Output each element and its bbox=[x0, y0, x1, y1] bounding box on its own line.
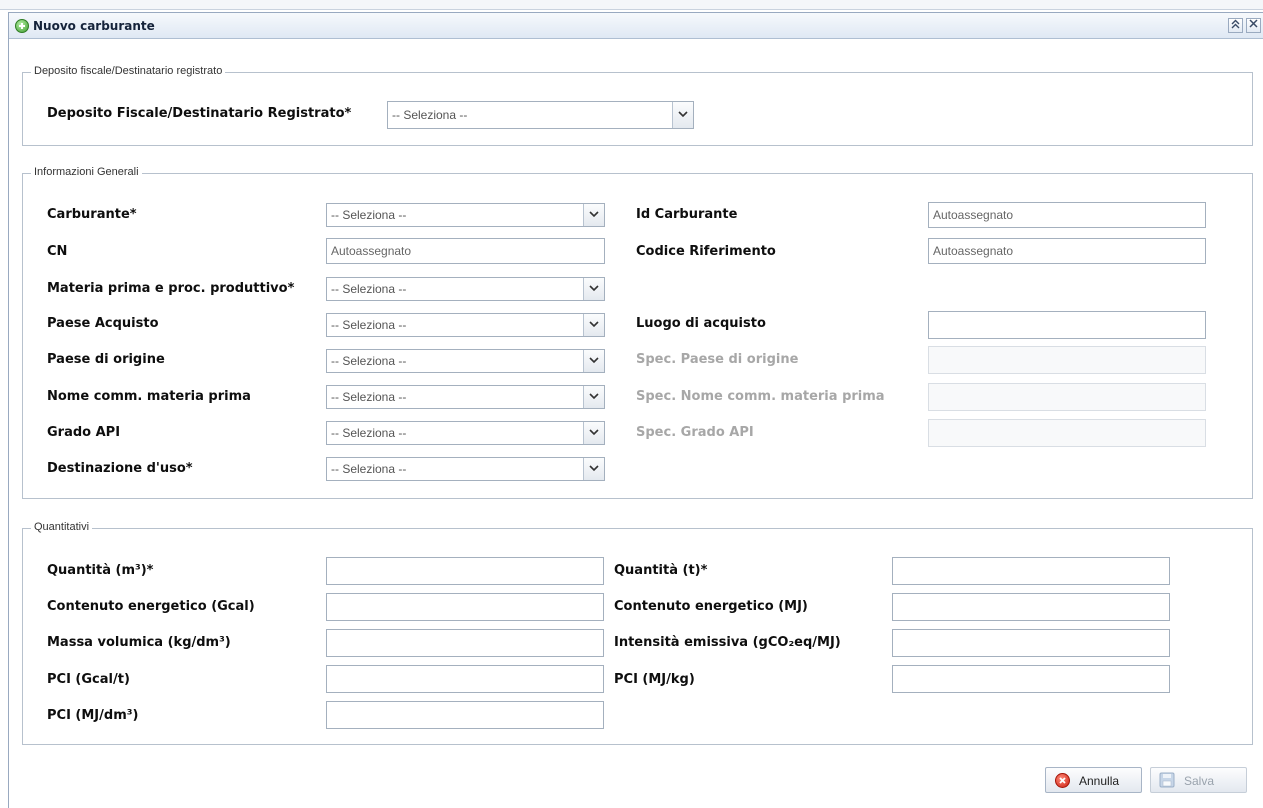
combo-paese-origine-value: -- Seleziona -- bbox=[331, 354, 407, 368]
combo-nome-comm[interactable]: -- Seleziona -- bbox=[326, 385, 605, 409]
combo-nome-comm-value: -- Seleziona -- bbox=[331, 390, 407, 404]
label-luogo-acquisto: Luogo di acquisto bbox=[636, 316, 766, 331]
chevron-down-icon[interactable] bbox=[583, 278, 604, 300]
chevron-down-icon[interactable] bbox=[672, 102, 693, 128]
label-spec-nome-comm: Spec. Nome comm. materia prima bbox=[636, 389, 885, 404]
annulla-button[interactable]: Annulla bbox=[1045, 767, 1142, 793]
label-intensita-emissiva: Intensità emissiva (gCO₂eq/MJ) bbox=[614, 635, 841, 650]
label-massa-volumica: Massa volumica (kg/dm³) bbox=[47, 635, 231, 650]
label-grado-api: Grado API bbox=[47, 425, 121, 440]
combo-materia-prima-value: -- Seleziona -- bbox=[331, 282, 407, 296]
label-quantita-m3: Quantità (m³)* bbox=[47, 563, 154, 578]
chevron-down-icon[interactable] bbox=[583, 458, 604, 480]
chevron-down-icon[interactable] bbox=[583, 204, 604, 226]
label-contenuto-gcal: Contenuto energetico (Gcal) bbox=[47, 599, 255, 614]
field-pci-mjdm3[interactable] bbox=[326, 701, 604, 729]
label-pci-mjkg: PCI (MJ/kg) bbox=[614, 672, 695, 687]
label-carburante: Carburante* bbox=[47, 207, 137, 222]
salva-label: Salva bbox=[1184, 774, 1215, 788]
field-id-carburante-value: Autoassegnato bbox=[933, 208, 1014, 222]
label-paese-origine: Paese di origine bbox=[47, 352, 165, 367]
combo-paese-acquisto-value: -- Seleziona -- bbox=[331, 318, 407, 332]
annulla-label: Annulla bbox=[1079, 774, 1120, 788]
field-quantita-t[interactable] bbox=[892, 557, 1170, 585]
field-codice-riferimento-value: Autoassegnato bbox=[933, 244, 1014, 258]
field-cn-value: Autoassegnato bbox=[331, 244, 412, 258]
save-icon bbox=[1159, 772, 1175, 788]
label-spec-paese-origine: Spec. Paese di origine bbox=[636, 352, 799, 367]
field-contenuto-gcal[interactable] bbox=[326, 593, 604, 621]
salva-button[interactable]: Salva bbox=[1150, 767, 1247, 793]
field-spec-nome-comm[interactable] bbox=[928, 383, 1206, 411]
double-chevron-up-icon[interactable] bbox=[1228, 18, 1243, 33]
chevron-down-icon[interactable] bbox=[583, 350, 604, 372]
label-contenuto-mj: Contenuto energetico (MJ) bbox=[614, 599, 808, 614]
label-id-carburante: Id Carburante bbox=[636, 207, 738, 222]
legend-quantitativi: Quantitativi bbox=[31, 521, 93, 533]
field-luogo-acquisto[interactable] bbox=[928, 311, 1206, 339]
combo-deposito[interactable]: -- Seleziona -- bbox=[387, 101, 694, 129]
combo-grado-api-value: -- Seleziona -- bbox=[331, 426, 407, 440]
dialog-title: Nuovo carburante bbox=[33, 19, 155, 33]
field-contenuto-mj[interactable] bbox=[892, 593, 1170, 621]
add-icon bbox=[15, 19, 29, 33]
legend-informazioni: Informazioni Generali bbox=[31, 166, 142, 178]
label-destinazione: Destinazione d'uso* bbox=[47, 461, 193, 476]
chevron-down-icon[interactable] bbox=[583, 386, 604, 408]
cancel-icon bbox=[1055, 773, 1070, 788]
field-spec-grado-api[interactable] bbox=[928, 419, 1206, 447]
label-quantita-t: Quantità (t)* bbox=[614, 563, 708, 578]
legend-deposito: Deposito fiscale/Destinatario registrato bbox=[31, 65, 226, 77]
field-pci-gcal[interactable] bbox=[326, 665, 604, 693]
combo-destinazione-value: -- Seleziona -- bbox=[331, 462, 407, 476]
label-cn: CN bbox=[47, 244, 68, 259]
combo-carburante[interactable]: -- Seleziona -- bbox=[326, 203, 605, 227]
label-spec-grado-api: Spec. Grado API bbox=[636, 425, 754, 440]
field-intensita-emissiva[interactable] bbox=[892, 629, 1170, 657]
combo-destinazione[interactable]: -- Seleziona -- bbox=[326, 457, 605, 481]
label-codice-riferimento: Codice Riferimento bbox=[636, 244, 776, 259]
field-codice-riferimento[interactable]: Autoassegnato bbox=[928, 238, 1206, 264]
combo-materia-prima[interactable]: -- Seleziona -- bbox=[326, 277, 605, 301]
combo-carburante-value: -- Seleziona -- bbox=[331, 208, 407, 222]
chevron-down-icon[interactable] bbox=[583, 422, 604, 444]
combo-paese-origine[interactable]: -- Seleziona -- bbox=[326, 349, 605, 373]
field-spec-paese-origine[interactable] bbox=[928, 346, 1206, 374]
field-id-carburante[interactable]: Autoassegnato bbox=[928, 202, 1206, 228]
close-icon[interactable] bbox=[1246, 18, 1261, 33]
chevron-down-icon[interactable] bbox=[583, 314, 604, 336]
label-paese-acquisto: Paese Acquisto bbox=[47, 316, 159, 331]
background-app-strip bbox=[0, 0, 1263, 10]
label-deposito: Deposito Fiscale/Destinatario Registrato… bbox=[47, 106, 352, 121]
combo-grado-api[interactable]: -- Seleziona -- bbox=[326, 421, 605, 445]
dialog-titlebar[interactable]: Nuovo carburante bbox=[9, 13, 1263, 39]
label-materia-prima: Materia prima e proc. produttivo* bbox=[47, 281, 295, 296]
field-pci-mjkg[interactable] bbox=[892, 665, 1170, 693]
label-pci-gcal: PCI (Gcal/t) bbox=[47, 672, 130, 687]
field-quantita-m3[interactable] bbox=[326, 557, 604, 585]
label-pci-mjdm3: PCI (MJ/dm³) bbox=[47, 708, 139, 723]
field-cn[interactable]: Autoassegnato bbox=[326, 238, 605, 264]
label-nome-comm: Nome comm. materia prima bbox=[47, 389, 251, 404]
field-massa-volumica[interactable] bbox=[326, 629, 604, 657]
combo-deposito-value: -- Seleziona -- bbox=[392, 108, 468, 122]
combo-paese-acquisto[interactable]: -- Seleziona -- bbox=[326, 313, 605, 337]
